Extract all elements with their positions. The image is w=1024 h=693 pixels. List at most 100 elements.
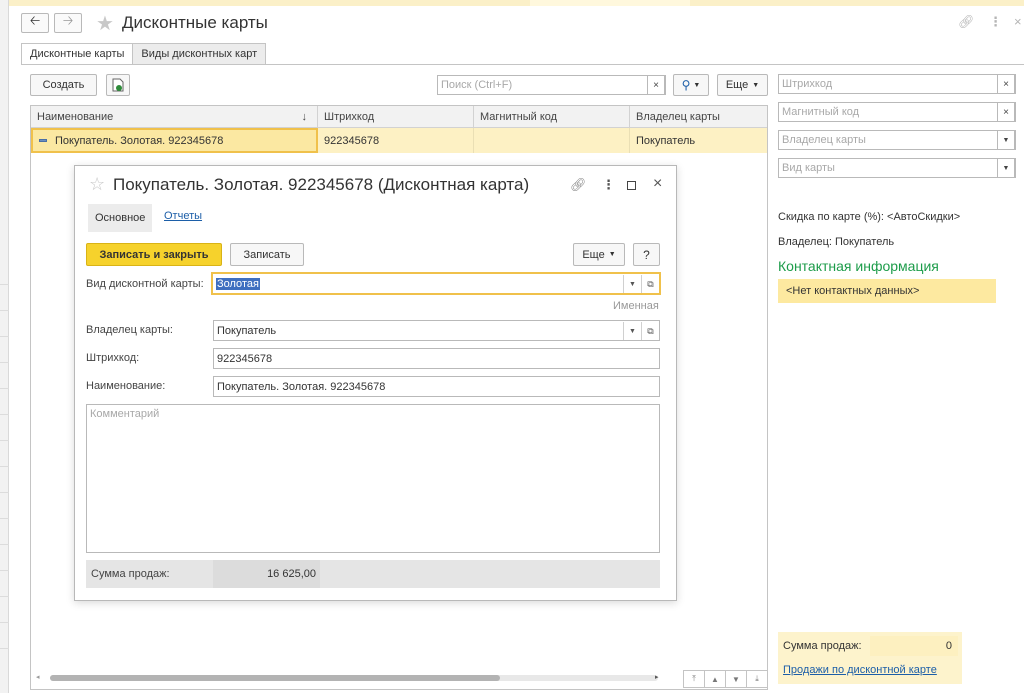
- background-app-strip: [0, 0, 9, 693]
- owner-dropdown-button[interactable]: ▼: [623, 322, 641, 340]
- arrow-right-icon: 🡢: [62, 13, 74, 28]
- cell-owner[interactable]: Покупатель: [630, 128, 767, 153]
- arrow-left-icon: 🡠: [29, 13, 41, 28]
- more-button[interactable]: Еще ▼: [717, 74, 768, 96]
- chevron-down-icon: ▼: [693, 81, 701, 89]
- column-header-owner[interactable]: Владелец карты: [630, 106, 767, 128]
- magnetic-filter-input[interactable]: Магнитный код ×: [778, 102, 1016, 122]
- link-icon[interactable]: 🔗︎: [570, 177, 587, 193]
- scroll-right-icon[interactable]: ▸: [655, 673, 659, 681]
- kebab-menu-icon[interactable]: ⋮: [602, 177, 615, 193]
- open-icon[interactable]: ⧉: [641, 275, 659, 293]
- table-row[interactable]: Покупатель. Золотая. 922345678 922345678…: [31, 128, 767, 153]
- page-title: Дисконтные карты: [122, 13, 268, 32]
- favorite-star-icon[interactable]: ★: [96, 11, 114, 36]
- dialog-more-label: Еще: [582, 248, 605, 261]
- card-type-filter-placeholder: Вид карты: [782, 162, 835, 174]
- card-type-dropdown-button[interactable]: ▼: [997, 158, 1015, 178]
- column-header-name[interactable]: Наименование ↓: [31, 106, 318, 128]
- barcode-clear-button[interactable]: ×: [997, 74, 1015, 94]
- tab-main[interactable]: Основное: [88, 204, 153, 232]
- link-icon[interactable]: 🔗︎: [958, 14, 975, 30]
- contact-info-box: <Нет контактных данных>: [778, 279, 996, 303]
- barcode-filter-input[interactable]: Штрихкод ×: [778, 74, 1016, 94]
- magnetic-clear-button[interactable]: ×: [997, 102, 1015, 122]
- tab-discount-card-types[interactable]: Виды дисконтных карт: [132, 43, 267, 65]
- barcode-filter-placeholder: Штрихкод: [782, 78, 833, 90]
- kebab-menu-icon[interactable]: ⋮: [989, 14, 1002, 30]
- card-type-field[interactable]: Золотая ▼ ⧉: [212, 273, 660, 294]
- card-type-label: Вид дисконтной карты:: [86, 278, 204, 290]
- cell-barcode[interactable]: 922345678: [318, 128, 474, 153]
- table-header: Наименование ↓ Штрихкод Магнитный код Вл…: [31, 106, 767, 128]
- save-and-close-button[interactable]: Записать и закрыть: [86, 243, 222, 266]
- column-header-magnetic[interactable]: Магнитный код: [474, 106, 630, 128]
- favorite-star-icon[interactable]: ☆: [89, 174, 105, 195]
- search-input[interactable]: Поиск (Ctrl+F) ×: [437, 75, 666, 95]
- tab-discount-cards[interactable]: Дисконтные карты: [21, 43, 134, 65]
- contact-info-title: Контактная информация: [778, 258, 939, 274]
- horizontal-scrollbar[interactable]: [38, 674, 658, 682]
- top-accent-bar: [0, 0, 1024, 6]
- forward-button[interactable]: 🡢: [54, 13, 82, 33]
- form-tabs: Дисконтные карты Виды дисконтных карт: [21, 43, 267, 65]
- sort-arrow-icon: ↓: [301, 111, 308, 123]
- dialog-sales-label: Сумма продаж:: [91, 568, 170, 580]
- owner-line: Владелец: Покупатель: [778, 236, 894, 248]
- magnifier-icon: ⚲: [681, 78, 691, 92]
- owner-field[interactable]: Покупатель ▼ ⧉: [213, 320, 660, 341]
- cell-name-text: Покупатель. Золотая. 922345678: [55, 134, 224, 147]
- dialog-more-button[interactable]: Еще ▼: [573, 243, 625, 266]
- barcode-label: Штрихкод:: [86, 352, 140, 364]
- create-button[interactable]: Создать: [30, 74, 97, 96]
- help-button[interactable]: ?: [633, 243, 660, 266]
- scrollbar-thumb[interactable]: [50, 675, 500, 681]
- dialog-title: Покупатель. Золотая. 922345678 (Дисконтн…: [113, 175, 530, 194]
- owner-filter-input[interactable]: Владелец карты ▼: [778, 130, 1016, 150]
- sales-by-card-link[interactable]: Продажи по дисконтной карте: [783, 664, 937, 676]
- chevron-down-icon: ▼: [608, 251, 616, 258]
- card-type-dropdown-button[interactable]: ▼: [623, 275, 641, 293]
- discount-label: Скидка по карте (%):: [778, 211, 884, 223]
- dialog-sales-bar: Сумма продаж: 16 625,00: [86, 560, 660, 588]
- row-navigation: ⤒ ▲ ▼ ⤓: [683, 670, 768, 688]
- save-button[interactable]: Записать: [230, 243, 304, 266]
- search-placeholder: Поиск (Ctrl+F): [441, 79, 513, 91]
- export-button[interactable]: [106, 74, 130, 96]
- go-last-icon[interactable]: ⤓: [746, 670, 768, 688]
- spreadsheet-icon: [112, 78, 124, 92]
- close-icon[interactable]: ×: [653, 175, 662, 193]
- column-header-name-label: Наименование: [37, 111, 114, 123]
- dialog-sales-value: 16 625,00: [213, 560, 320, 588]
- comment-placeholder: Комментарий: [90, 408, 160, 420]
- tab-divider: [21, 64, 1024, 65]
- go-up-icon[interactable]: ▲: [704, 670, 726, 688]
- card-type-filter-input[interactable]: Вид карты ▼: [778, 158, 1016, 178]
- open-icon[interactable]: ⧉: [641, 322, 659, 340]
- search-clear-button[interactable]: ×: [647, 75, 665, 95]
- owner-value: Покупатель: [217, 324, 277, 337]
- search-button[interactable]: ⚲ ▼: [673, 74, 709, 96]
- card-type-value: Золотая: [216, 277, 260, 290]
- name-field[interactable]: Покупатель. Золотая. 922345678: [213, 376, 660, 397]
- discount-card-dialog: ☆ Покупатель. Золотая. 922345678 (Дискон…: [74, 165, 677, 601]
- close-icon[interactable]: ×: [1014, 14, 1022, 29]
- discount-line: Скидка по карте (%): <АвтоСкидки>: [778, 211, 960, 223]
- owner-value: Покупатель: [835, 236, 895, 248]
- cell-magnetic[interactable]: [474, 128, 630, 153]
- item-marker-icon: [39, 139, 47, 142]
- sales-summary-box: Сумма продаж: 0 Продажи по дисконтной ка…: [778, 632, 962, 684]
- go-down-icon[interactable]: ▼: [725, 670, 747, 688]
- back-button[interactable]: 🡠: [21, 13, 49, 33]
- barcode-field[interactable]: 922345678: [213, 348, 660, 369]
- comment-textarea[interactable]: Комментарий: [86, 404, 660, 553]
- cell-name[interactable]: Покупатель. Золотая. 922345678: [31, 128, 318, 153]
- maximize-icon[interactable]: [627, 178, 636, 193]
- tab-reports[interactable]: Отчеты: [164, 210, 202, 222]
- discount-value: <АвтоСкидки>: [887, 211, 961, 223]
- chevron-down-icon: ▼: [752, 81, 760, 89]
- go-first-icon[interactable]: ⤒: [683, 670, 705, 688]
- owner-dropdown-button[interactable]: ▼: [997, 130, 1015, 150]
- column-header-barcode[interactable]: Штрихкод: [318, 106, 474, 128]
- card-type-hint: Именная: [613, 300, 659, 312]
